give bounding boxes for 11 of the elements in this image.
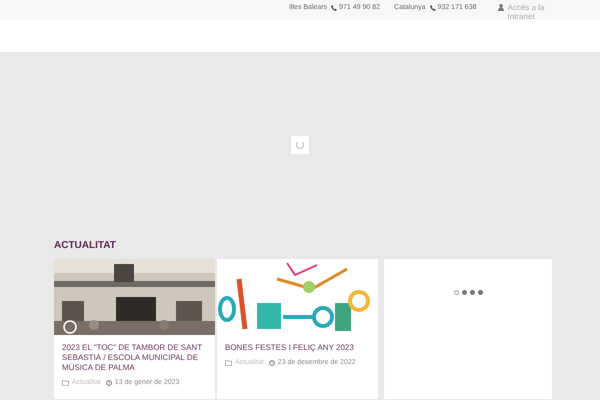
folder-icon [62,380,69,386]
folder-icon [225,360,232,366]
section-heading: ACTUALITAT [54,239,117,253]
phone-icon [331,5,338,12]
clock-icon [268,360,275,366]
user-icon [498,4,504,11]
phone-icon [430,5,436,12]
loading-spinner-icon [291,136,309,154]
post-title[interactable]: BONES FESTES I FELIÇ ANY 2023 [225,343,370,353]
post-title[interactable]: 2023 EL "TOC" DE TAMBOR DE SANT SEBASTIÀ / ESCOLA MUNICIPAL DE MÚSICA DE PALMA [62,343,207,373]
clock-icon [106,380,112,386]
